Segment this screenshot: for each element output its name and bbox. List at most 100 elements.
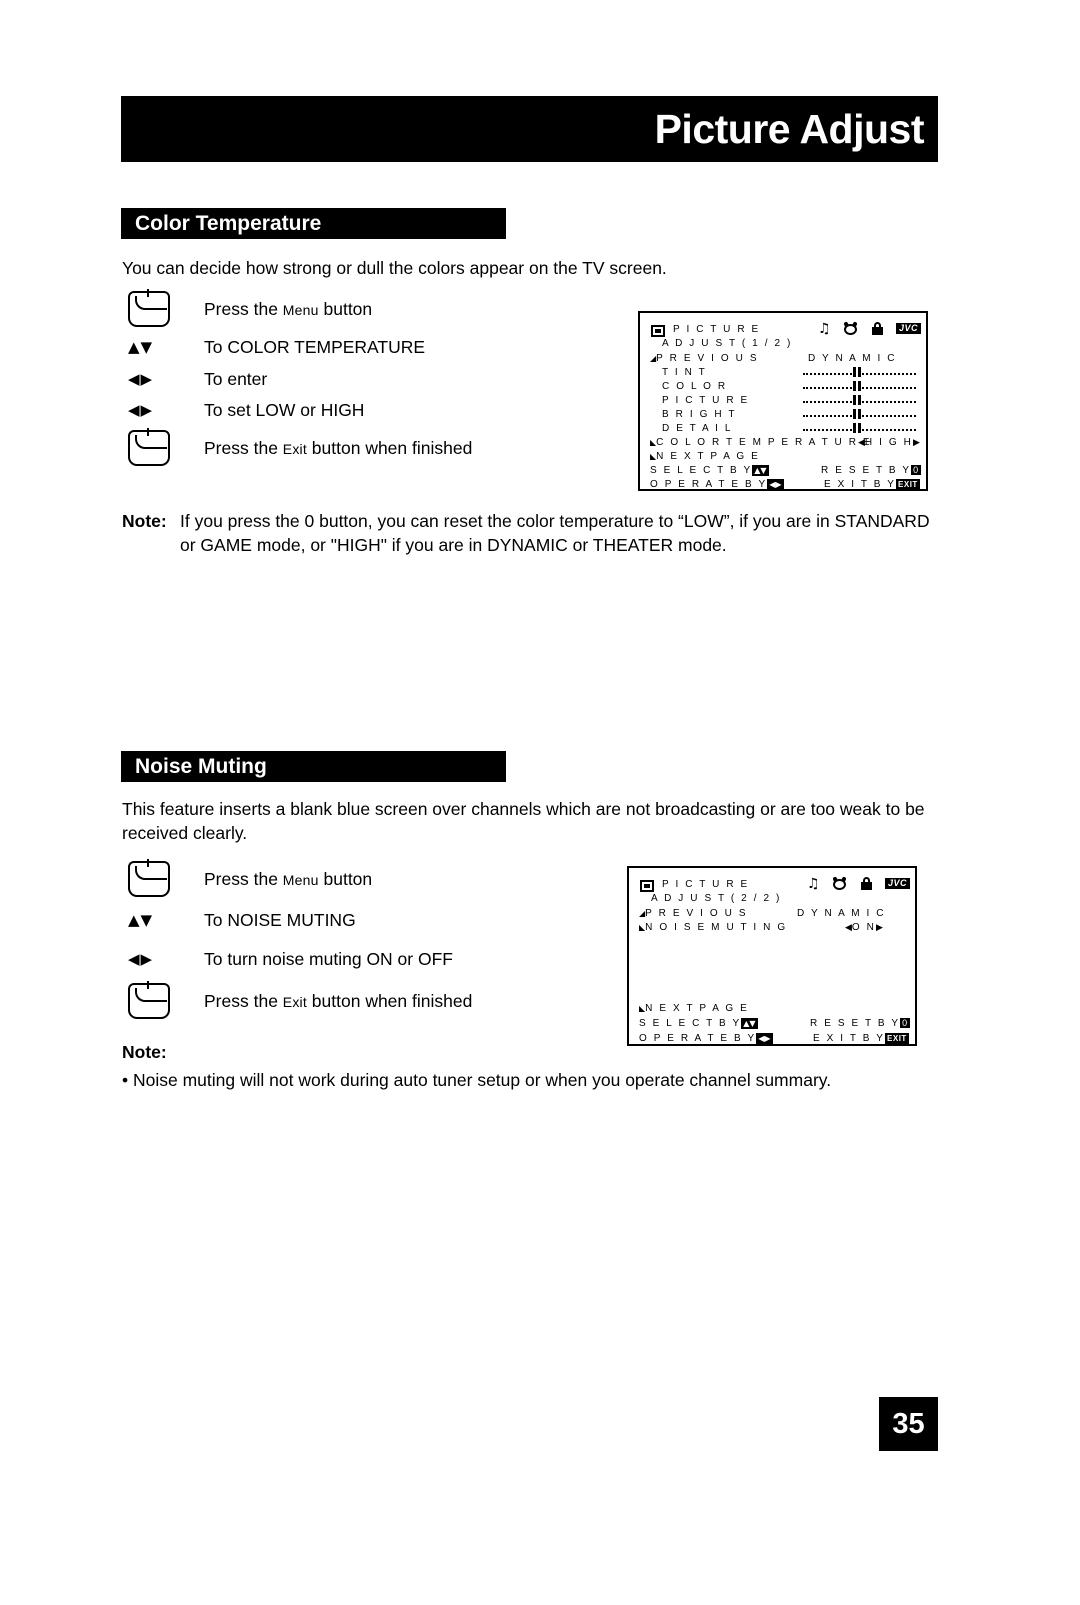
music-note-icon: ♫ (818, 321, 831, 337)
slider-color (803, 381, 916, 391)
osd-noise-muting-value: O N (851, 922, 877, 933)
step-text-post: button when finished (306, 990, 473, 1011)
section-heading-label: Noise Muting (135, 754, 267, 778)
osd-reset-row: R E S E T B Y0 (810, 1018, 911, 1029)
remote-button-icon (122, 981, 204, 1019)
left-arrow-icon: ◀ (845, 922, 852, 932)
up-down-arrows-icon: ▲▼ (122, 339, 204, 355)
note-noise-muting: Note: • Noise muting will not work durin… (122, 1040, 937, 1092)
osd-item-detail: D E T A I L (662, 423, 733, 434)
step-text: Press the Menu button (204, 869, 372, 890)
osd-item-bright: B R I G H T (662, 409, 737, 420)
osd-title-line2: A D J U S T ( 1 / 2 ) (662, 338, 793, 349)
slider-picture (803, 395, 916, 405)
manual-page: Picture Adjust Color Temperature You can… (0, 0, 1080, 1605)
left-right-arrows-icon: ◀▶ (122, 949, 204, 968)
step-text: To COLOR TEMPERATURE (204, 336, 426, 357)
slider-detail (803, 423, 916, 433)
timer-clock-icon (832, 876, 847, 890)
osd-screen-picture-adjust-1of2: P I C T U R E A D J U S T ( 1 / 2 ) ♫ JV… (638, 311, 928, 491)
page-title-bar: Picture Adjust (121, 96, 938, 162)
osd-reset-label: R E S E T B Y (810, 1018, 901, 1029)
osd-reset-label: R E S E T B Y (821, 465, 912, 476)
left-right-arrows-glyph: ◀▶ (128, 949, 154, 968)
right-arrow-icon: ▶ (876, 922, 883, 932)
osd-screen-picture-adjust-2of2: P I C T U R E A D J U S T ( 2 / 2 ) ♫ JV… (627, 866, 917, 1046)
section-heading-noise-muting: Noise Muting (121, 751, 506, 782)
osd-item-color: C O L O R (662, 381, 728, 392)
step-text-post: button when finished (306, 437, 473, 458)
left-right-arrows-icon: ◀▶ (122, 371, 204, 387)
tv-icon (640, 880, 654, 892)
lock-icon (861, 877, 872, 890)
section-intro-noise-muting: This feature inserts a blank blue screen… (122, 799, 925, 843)
osd-next-page-label: N E X T P A G E (645, 1003, 749, 1014)
step-text-post: button (318, 298, 373, 319)
timer-clock-icon (843, 321, 858, 335)
music-note-icon: ♫ (807, 876, 820, 892)
osd-previous-label: P R E V I O U S (656, 353, 759, 364)
osd-color-temperature-row: ◣C O L O R T E M P E R A T U R E (650, 437, 872, 448)
slider-bright (803, 409, 916, 419)
osd-next-page-row: ◣N E X T P A G E (639, 1003, 749, 1014)
steps-color-temperature: Press the Menu button ▲▼ To COLOR TEMPER… (122, 288, 622, 470)
slider-tint (803, 367, 916, 377)
steps-noise-muting: Press the Menu button ▲▼ To NOISE MUTING… (122, 857, 622, 1023)
step-text-pre: Press the (204, 990, 283, 1011)
remote-button-icon (122, 428, 204, 466)
step-row: ▲▼ To COLOR TEMPERATURE (122, 330, 622, 364)
step-text: To NOISE MUTING (204, 909, 356, 930)
osd-noise-muting-value-row: ◀O N▶ (845, 922, 883, 933)
remote-button-icon (122, 289, 204, 327)
step-row: Press the Exit button when finished (122, 426, 622, 470)
osd-select-label: S E L E C T B Y (639, 1018, 742, 1029)
step-text: Press the Exit button when finished (204, 991, 472, 1012)
left-right-arrows-glyph: ◀▶ (128, 400, 154, 419)
remote-button-icon (122, 859, 204, 897)
step-text-smallcaps: Menu (282, 301, 319, 318)
osd-reset-row: R E S E T B Y0 (821, 465, 922, 476)
osd-color-temperature-value-row: ◀H I G H▶ (858, 437, 920, 448)
osd-title-line1: P I C T U R E (673, 324, 761, 335)
section-intro-color-temperature: You can decide how strong or dull the co… (122, 258, 667, 278)
osd-noise-muting-label: N O I S E M U T I N G (645, 922, 788, 933)
note-bullet: • Noise muting will not work during auto… (122, 1070, 832, 1090)
step-row: ▲▼ To NOISE MUTING (122, 901, 622, 939)
up-down-arrows-glyph: ▲▼ (128, 910, 154, 929)
operate-leftright-icon: ◀▶ (767, 479, 784, 490)
osd-next-page-label: N E X T P A G E (656, 451, 760, 462)
left-arrow-icon: ◀ (858, 437, 865, 447)
step-text: To enter (204, 368, 268, 389)
step-text-smallcaps: Exit (282, 993, 307, 1010)
osd-color-temperature-value: H I G H (864, 437, 913, 448)
step-row: Press the Exit button when finished (122, 979, 622, 1023)
step-text-smallcaps: Menu (282, 871, 319, 888)
osd-previous-row: ◢P R E V I O U S (650, 353, 759, 364)
right-arrow-icon: ▶ (912, 437, 920, 447)
step-row: Press the Menu button (122, 288, 622, 330)
step-text: To set LOW or HIGH (204, 399, 365, 420)
note-body: If you press the 0 button, you can reset… (180, 511, 930, 555)
osd-item-picture: P I C T U R E (662, 395, 750, 406)
osd-exit-value: EXIT (896, 479, 920, 490)
step-row: Press the Menu button (122, 857, 622, 901)
lock-icon (872, 322, 883, 335)
osd-mode-value: D Y N A M I C (797, 908, 886, 919)
osd-item-tint: T I N T (662, 367, 707, 378)
osd-color-temperature-label: C O L O R T E M P E R A T U R E (656, 437, 872, 448)
section-heading-label: Color Temperature (135, 211, 322, 235)
osd-previous-label: P R E V I O U S (645, 908, 748, 919)
select-updown-icon: ▲▼ (752, 465, 769, 476)
osd-select-label: S E L E C T B Y (650, 465, 753, 476)
osd-reset-value: 0 (911, 465, 922, 475)
osd-next-page-row: ◣N E X T P A G E (650, 451, 760, 462)
jvc-logo: JVC (885, 878, 911, 889)
jvc-logo: JVC (896, 323, 922, 334)
section-heading-color-temperature: Color Temperature (121, 208, 506, 239)
osd-previous-row: ◢P R E V I O U S (639, 908, 748, 919)
step-text-pre: Press the (204, 298, 283, 319)
page-title: Picture Adjust (654, 105, 925, 152)
osd-mode-value: D Y N A M I C (808, 353, 897, 364)
step-text-pre: Press the (204, 437, 283, 458)
left-right-arrows-icon: ◀▶ (122, 400, 204, 419)
